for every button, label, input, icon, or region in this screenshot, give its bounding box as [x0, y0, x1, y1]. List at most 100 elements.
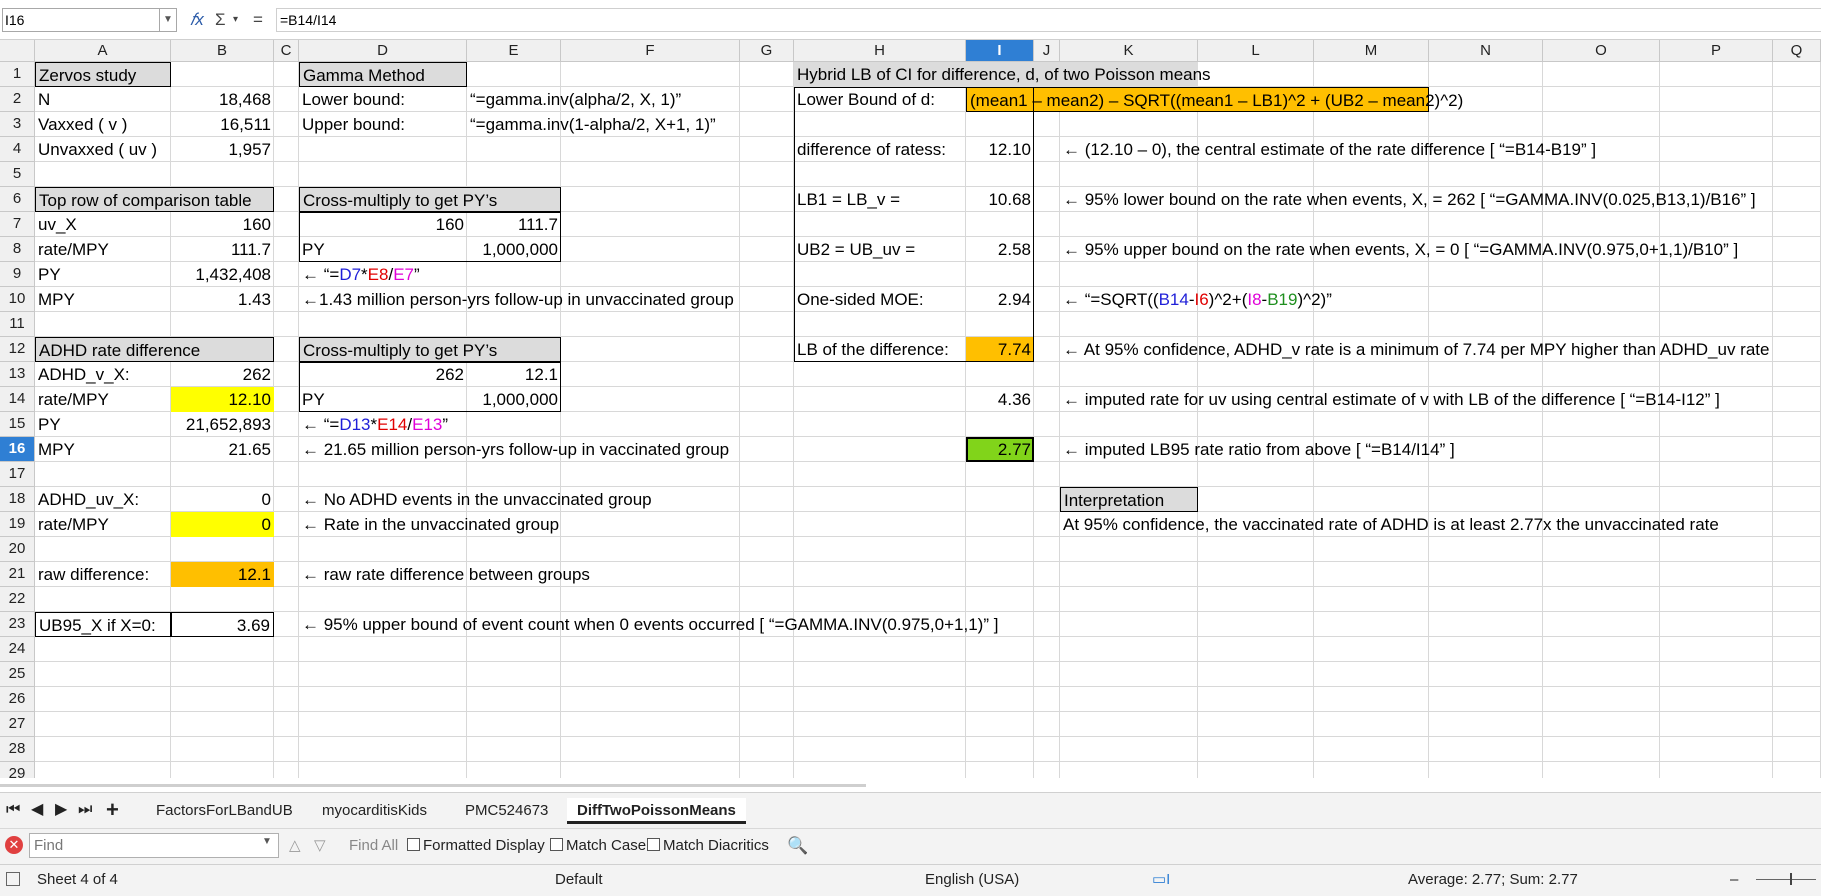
- chevron-down-icon[interactable]: ▼: [262, 836, 272, 847]
- cell-k8[interactable]: ← 95% upper bound on the rate when event…: [1060, 237, 1738, 262]
- cell-d19[interactable]: ← Rate in the unvaccinated group: [299, 512, 559, 537]
- formatted-display-checkbox[interactable]: Formatted Display: [407, 836, 545, 856]
- cell-h4[interactable]: difference of ratess:: [794, 137, 966, 162]
- cell-b3[interactable]: 16,511: [171, 112, 274, 137]
- cell-b10[interactable]: 1.43: [171, 287, 274, 312]
- column-header[interactable]: G: [740, 40, 794, 62]
- row-header[interactable]: 6: [0, 187, 35, 212]
- find-all-button[interactable]: Find All: [349, 836, 398, 856]
- sheet-tab[interactable]: FactorsForLBandUB: [146, 798, 303, 824]
- cell-d6[interactable]: Cross-multiply to get PY’s: [299, 187, 561, 212]
- cell-e14[interactable]: 1,000,000: [467, 387, 561, 412]
- row-header[interactable]: 1: [0, 62, 35, 87]
- cell-b21[interactable]: 12.1: [171, 562, 274, 587]
- cell-a16[interactable]: MPY: [35, 437, 171, 462]
- column-header[interactable]: C: [274, 40, 299, 62]
- row-header[interactable]: 17: [0, 462, 35, 487]
- chevron-down-icon[interactable]: ▾: [233, 9, 238, 31]
- cell-d13[interactable]: 262: [299, 362, 467, 387]
- cell-b2[interactable]: 18,468: [171, 87, 274, 112]
- close-icon[interactable]: ✕: [5, 836, 23, 854]
- row-header[interactable]: 26: [0, 687, 35, 712]
- first-sheet-icon[interactable]: ⏮: [6, 798, 20, 822]
- sigma-icon[interactable]: Σ: [215, 9, 226, 31]
- cell-a12[interactable]: ADHD rate difference: [35, 337, 274, 362]
- cell-e3[interactable]: “=gamma.inv(1-alpha/2, X+1, 1)”: [467, 112, 716, 137]
- cell-b15[interactable]: 21,652,893: [171, 412, 274, 437]
- cell-d8[interactable]: PY: [299, 237, 467, 262]
- row-header[interactable]: 24: [0, 637, 35, 662]
- formula-input[interactable]: =B14/I14: [276, 8, 1821, 32]
- column-header[interactable]: I: [966, 40, 1034, 62]
- cell-d3[interactable]: Upper bound:: [299, 112, 467, 137]
- row-header[interactable]: 4: [0, 137, 35, 162]
- find-previous-icon[interactable]: △: [289, 836, 301, 856]
- cell-e13[interactable]: 12.1: [467, 362, 561, 387]
- cell-a14[interactable]: rate/MPY: [35, 387, 171, 412]
- next-sheet-icon[interactable]: ▶: [55, 798, 67, 822]
- cell-b23[interactable]: 3.69: [171, 612, 274, 637]
- cell-a8[interactable]: rate/MPY: [35, 237, 171, 262]
- column-header[interactable]: F: [561, 40, 740, 62]
- match-diacritics-checkbox[interactable]: Match Diacritics: [647, 836, 769, 856]
- spreadsheet-grid[interactable]: ABCDEFGHIJKLMNOPQ 1 2 3 4 5 6 7 8 9 10 11 12 13 14 15 1…: [0, 40, 1821, 778]
- select-all-corner[interactable]: [0, 40, 35, 62]
- cell-b16[interactable]: 21.65: [171, 437, 274, 462]
- row-header[interactable]: 8: [0, 237, 35, 262]
- cell-d1[interactable]: Gamma Method: [299, 62, 467, 87]
- row-header[interactable]: 22: [0, 587, 35, 612]
- last-sheet-icon[interactable]: ⏭: [78, 798, 92, 822]
- selection-mode-icon[interactable]: ▭I: [1152, 870, 1170, 890]
- sheet-tab[interactable]: myocarditisKids: [312, 798, 437, 824]
- column-header[interactable]: D: [299, 40, 467, 62]
- cell-i10[interactable]: 2.94: [966, 287, 1034, 312]
- cell-d2[interactable]: Lower bound:: [299, 87, 467, 112]
- cell-b19[interactable]: 0: [171, 512, 274, 537]
- cell-e7[interactable]: 111.7: [467, 212, 561, 237]
- cell-h1[interactable]: Hybrid LB of CI for difference, d, of tw…: [794, 62, 1211, 87]
- row-header[interactable]: 3: [0, 112, 35, 137]
- find-input[interactable]: Find: [29, 833, 279, 858]
- cell-a3[interactable]: Vaxxed ( v ): [35, 112, 171, 137]
- cell-d23[interactable]: ← 95% upper bound of event count when 0 …: [299, 612, 998, 637]
- row-header[interactable]: 14: [0, 387, 35, 412]
- cell-a9[interactable]: PY: [35, 262, 171, 287]
- column-header[interactable]: L: [1198, 40, 1314, 62]
- cell-k6[interactable]: ← 95% lower bound on the rate when event…: [1060, 187, 1756, 212]
- row-header[interactable]: 11: [0, 312, 35, 337]
- row-header[interactable]: 19: [0, 512, 35, 537]
- row-header[interactable]: 25: [0, 662, 35, 687]
- cell-i16[interactable]: 2.77: [966, 437, 1034, 462]
- cell-d14[interactable]: PY: [299, 387, 467, 412]
- cell-k16[interactable]: ← imputed LB95 rate ratio from above [ “…: [1060, 437, 1455, 462]
- find-next-icon[interactable]: ▽: [314, 836, 326, 856]
- cell-a4[interactable]: Unvaxxed ( uv ): [35, 137, 171, 162]
- equals-icon[interactable]: =: [253, 9, 263, 31]
- row-header[interactable]: 7: [0, 212, 35, 237]
- fx-icon[interactable]: 𝑓x: [190, 9, 204, 31]
- cell-i8[interactable]: 2.58: [966, 237, 1034, 262]
- column-header[interactable]: P: [1660, 40, 1773, 62]
- column-header[interactable]: B: [171, 40, 274, 62]
- cell-b7[interactable]: 160: [171, 212, 274, 237]
- cell-b13[interactable]: 262: [171, 362, 274, 387]
- cell-a19[interactable]: rate/MPY: [35, 512, 171, 537]
- cell-k4[interactable]: ← (12.10 – 0), the central estimate of t…: [1060, 137, 1596, 162]
- cell-a2[interactable]: N: [35, 87, 171, 112]
- row-header[interactable]: 28: [0, 737, 35, 762]
- row-header[interactable]: 12: [0, 337, 35, 362]
- cell-a23[interactable]: UB95_X if X=0:: [35, 612, 171, 637]
- cell-i6[interactable]: 10.68: [966, 187, 1034, 212]
- zoom-slider-handle[interactable]: [1790, 873, 1792, 885]
- cell-b8[interactable]: 111.7: [171, 237, 274, 262]
- cell-e8[interactable]: 1,000,000: [467, 237, 561, 262]
- row-header[interactable]: 15: [0, 412, 35, 437]
- cell-d15[interactable]: ← “=D13*E14/E13”: [299, 412, 467, 437]
- column-header[interactable]: Q: [1773, 40, 1821, 62]
- match-case-checkbox[interactable]: Match Case: [550, 836, 646, 856]
- cell-d16[interactable]: ← 21.65 million person-yrs follow-up in …: [299, 437, 729, 462]
- cell-i14[interactable]: 4.36: [966, 387, 1034, 412]
- cell-h2[interactable]: Lower Bound of d:: [794, 87, 966, 112]
- cell-k10[interactable]: ← “=SQRT((B14-I6)^2+(I8-B19)^2)”: [1060, 287, 1332, 312]
- cell-a6[interactable]: Top row of comparison table: [35, 187, 274, 212]
